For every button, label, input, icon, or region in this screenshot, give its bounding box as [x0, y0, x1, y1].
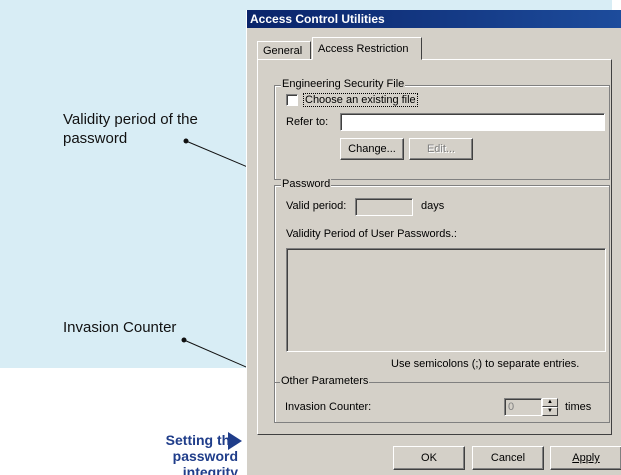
choose-existing-file-checkbox[interactable] — [286, 94, 298, 106]
security-file-legend: Engineering Security File — [281, 78, 406, 90]
refer-to-input[interactable] — [340, 113, 605, 131]
dialog-button-row: OK Cancel Apply — [247, 442, 621, 475]
times-label: times — [565, 401, 592, 413]
dialog-title: Access Control Utilities — [247, 10, 621, 28]
valid-period-input[interactable] — [355, 198, 413, 216]
invasion-annotation: Invasion Counter — [63, 319, 177, 336]
tab-access-restriction[interactable]: Access Restriction — [312, 37, 422, 60]
spin-down-icon[interactable]: ▼ — [542, 407, 558, 416]
invasion-counter-label: Invasion Counter: — [285, 401, 372, 413]
security-file-group: Engineering Security File Choose an exis… — [274, 78, 610, 180]
refer-to-label: Refer to: — [286, 116, 329, 128]
tab-general[interactable]: General — [257, 41, 311, 60]
other-parameters-legend: Other Parameters — [280, 375, 370, 387]
user-passwords-label: Validity Period of User Passwords.: — [286, 228, 457, 240]
integrity-caption: Setting the password integrity — [165, 432, 238, 475]
apply-button[interactable]: Apply — [550, 446, 621, 470]
access-control-dialog: Access Control Utilities General Access … — [246, 10, 621, 475]
invasion-counter-input[interactable]: 0 — [504, 398, 542, 416]
semicolons-hint: Use semicolons (;) to separate entries. — [391, 358, 580, 370]
change-button[interactable]: Change... — [340, 138, 404, 160]
cancel-button[interactable]: Cancel — [472, 446, 544, 470]
other-parameters-group: Other Parameters Invasion Counter: 0 ▲ ▼… — [274, 375, 610, 432]
access-restriction-panel: Engineering Security File Choose an exis… — [257, 59, 612, 435]
choose-existing-file-label[interactable]: Choose an existing file — [303, 93, 418, 107]
edit-button[interactable]: Edit... — [409, 138, 473, 160]
ok-button[interactable]: OK — [393, 446, 465, 470]
spin-up-icon[interactable]: ▲ — [542, 398, 558, 407]
user-passwords-list[interactable] — [286, 248, 606, 352]
arrow-right-icon — [228, 432, 242, 450]
valid-period-label: Valid period: — [286, 200, 347, 212]
validity-annotation: Validity period of the password — [63, 111, 198, 147]
password-legend: Password — [281, 178, 332, 190]
days-label: days — [421, 200, 445, 212]
invasion-counter-spinner[interactable]: ▲ ▼ — [542, 398, 558, 416]
